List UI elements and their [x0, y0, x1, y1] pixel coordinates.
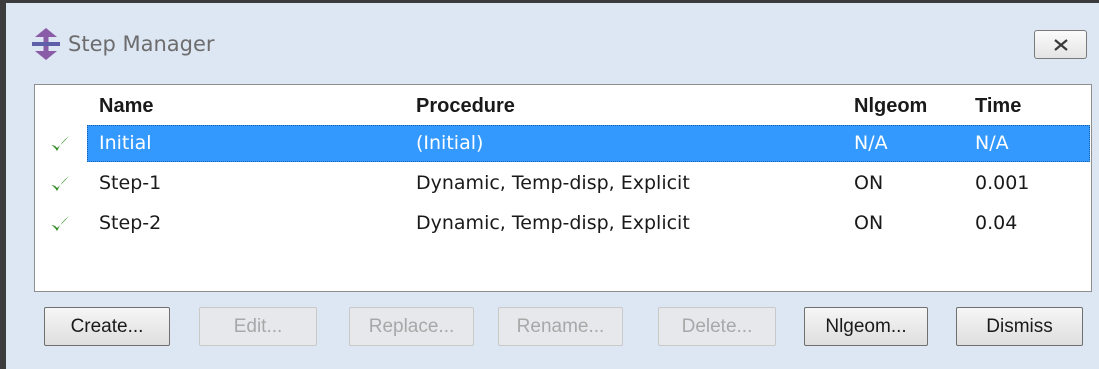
step-name: Initial — [99, 132, 152, 154]
table-row[interactable]: Step-1 Dynamic, Temp-disp, Explicit ON 0… — [35, 165, 1091, 202]
close-button[interactable] — [1034, 30, 1087, 59]
step-time: N/A — [975, 132, 1009, 154]
step-name: Step-1 — [99, 172, 162, 194]
delete-button[interactable]: Delete... — [658, 307, 776, 346]
step-name: Step-2 — [99, 212, 162, 234]
button-bar: Create... Edit... Replace... Rename... D… — [6, 307, 1099, 347]
row-selection-highlight — [87, 125, 1090, 162]
step-procedure: Dynamic, Temp-disp, Explicit — [416, 172, 690, 194]
check-icon — [51, 216, 69, 231]
check-icon — [51, 176, 69, 191]
step-manager-icon — [32, 28, 60, 60]
step-nlgeom: ON — [854, 172, 884, 194]
step-manager-dialog: Step Manager Name Procedure Nlgeom Time … — [0, 0, 1099, 369]
column-header-nlgeom[interactable]: Nlgeom — [854, 95, 927, 118]
create-button[interactable]: Create... — [44, 307, 170, 346]
rename-button[interactable]: Rename... — [498, 307, 623, 346]
dismiss-button[interactable]: Dismiss — [956, 307, 1083, 346]
title-bar[interactable]: Step Manager — [6, 3, 1099, 79]
step-nlgeom: ON — [854, 212, 884, 234]
step-time: 0.001 — [975, 172, 1030, 194]
check-icon — [51, 136, 69, 151]
window-title: Step Manager — [68, 32, 215, 56]
table-row[interactable]: Step-2 Dynamic, Temp-disp, Explicit ON 0… — [35, 205, 1091, 242]
step-procedure: (Initial) — [416, 132, 484, 154]
close-icon — [1054, 39, 1068, 51]
table-header: Name Procedure Nlgeom Time — [35, 85, 1091, 125]
replace-button[interactable]: Replace... — [349, 307, 474, 346]
step-table[interactable]: Name Procedure Nlgeom Time Initial (Init… — [34, 84, 1092, 292]
nlgeom-button[interactable]: Nlgeom... — [804, 307, 928, 346]
step-nlgeom: N/A — [854, 132, 888, 154]
step-time: 0.04 — [975, 212, 1018, 234]
column-header-name[interactable]: Name — [99, 95, 153, 118]
step-procedure: Dynamic, Temp-disp, Explicit — [416, 212, 690, 234]
edit-button[interactable]: Edit... — [199, 307, 317, 346]
column-header-procedure[interactable]: Procedure — [416, 95, 515, 118]
column-header-time[interactable]: Time — [975, 95, 1021, 118]
table-row[interactable]: Initial (Initial) N/A N/A — [35, 125, 1091, 162]
